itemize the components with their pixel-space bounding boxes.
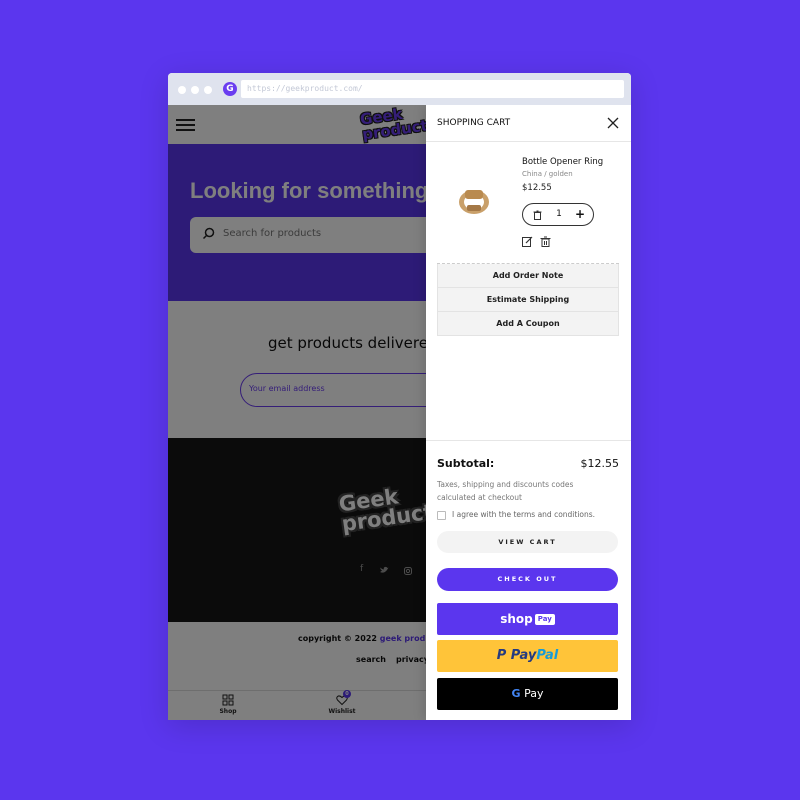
edit-icon[interactable] — [522, 236, 533, 247]
quantity-stepper: 1 + — [522, 203, 594, 226]
cart-item-price: $12.55 — [522, 183, 552, 193]
cart-item-name[interactable]: Bottle Opener Ring — [522, 157, 603, 167]
shop-pay-logo-pay: Pay — [534, 614, 555, 625]
website: Geek product Looking for something Searc… — [168, 105, 631, 720]
product-thumbnail[interactable] — [453, 183, 495, 221]
window-dot-minimize[interactable] — [191, 86, 199, 94]
paypal-button[interactable]: P PayPal — [437, 640, 618, 672]
checkout-button[interactable]: CHECK OUT — [437, 568, 618, 591]
google-pay-label: Pay — [524, 687, 544, 700]
cart-item-variant: China / golden — [522, 170, 573, 178]
paypal-logo-pal: Pal — [536, 648, 559, 663]
cart-header: SHOPPING CART — [426, 105, 631, 142]
favicon-icon: G — [223, 82, 237, 96]
trash-icon[interactable] — [540, 236, 551, 247]
terms-checkbox[interactable] — [437, 510, 446, 520]
paypal-logo-pay: Pay — [510, 648, 537, 663]
google-g-icon: G — [511, 687, 521, 700]
address-bar[interactable]: https://geekproduct.com/ — [241, 80, 624, 98]
browser-chrome: G https://geekproduct.com/ — [168, 73, 631, 105]
estimate-shipping-button[interactable]: Estimate Shipping — [437, 288, 619, 312]
add-coupon-button[interactable]: Add A Coupon — [437, 312, 619, 336]
view-cart-button[interactable]: VIEW CART — [437, 531, 618, 553]
shop-pay-logo-shop: shop — [500, 612, 533, 626]
cart-actions: Add Order Note Estimate Shipping Add A C… — [437, 263, 619, 336]
quantity-plus-button[interactable]: + — [575, 207, 585, 222]
shopping-cart-drawer: SHOPPING CART Bottle Opener Ring China /… — [426, 105, 631, 720]
browser-window: G https://geekproduct.com/ Geek product … — [168, 73, 631, 720]
close-icon[interactable] — [606, 116, 620, 130]
google-pay-button[interactable]: G Pay — [437, 678, 618, 710]
add-order-note-button[interactable]: Add Order Note — [437, 264, 619, 288]
terms-label: I agree with the terms and conditions. — [452, 510, 596, 519]
window-dot-close[interactable] — [178, 86, 186, 94]
tax-note: Taxes, shipping and discounts codes calc… — [437, 480, 574, 502]
terms-checkbox-row[interactable]: I agree with the terms and conditions. — [437, 510, 595, 520]
page-overlay[interactable] — [168, 105, 426, 720]
cart-title: SHOPPING CART — [437, 118, 511, 128]
cart-divider — [426, 440, 631, 441]
subtotal-value: $12.55 — [580, 457, 620, 470]
subtotal-label: Subtotal: — [437, 457, 495, 470]
paypal-logo-icon: P — [496, 648, 511, 663]
window-dot-maximize[interactable] — [204, 86, 212, 94]
shop-pay-button[interactable]: shop Pay — [437, 603, 618, 635]
